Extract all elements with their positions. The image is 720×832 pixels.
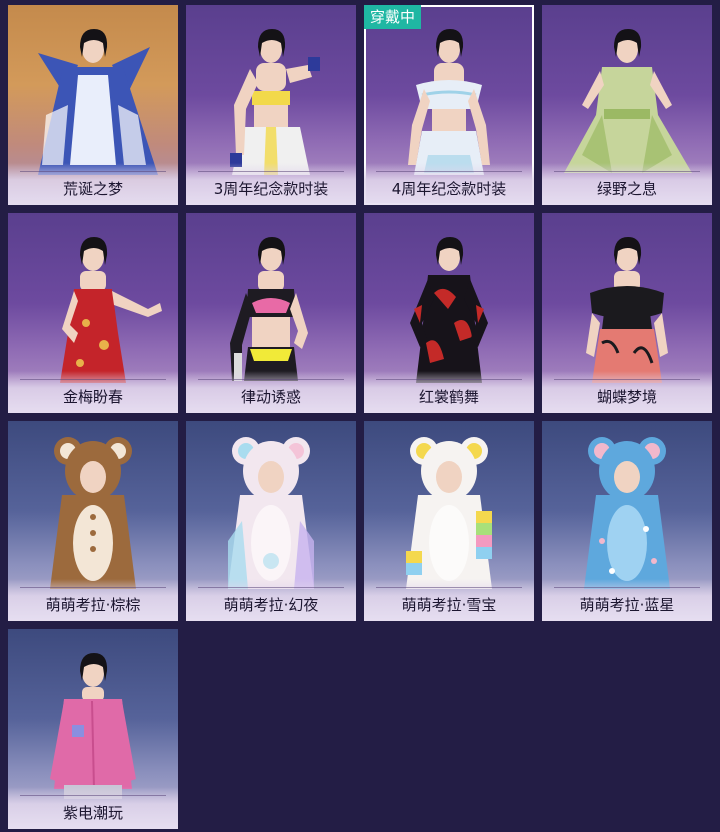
- outfit-name: 萌萌考拉·幻夜: [223, 596, 319, 614]
- outfit-name: 萌萌考拉·雪宝: [401, 596, 497, 614]
- outfit-name: 金梅盼春: [62, 388, 123, 406]
- outfit-name: 萌萌考拉·蓝星: [579, 596, 675, 614]
- outfit-name: 红裳鹤舞: [418, 388, 479, 406]
- outfit-card-6[interactable]: 律动诱惑: [186, 213, 356, 413]
- divider: [554, 379, 700, 380]
- outfit-card-11[interactable]: 萌萌考拉·雪宝: [364, 421, 534, 621]
- divider: [20, 795, 166, 796]
- outfit-card-13[interactable]: 紫电潮玩: [8, 629, 178, 829]
- outfit-card-2[interactable]: 3周年纪念款时装: [186, 5, 356, 205]
- divider: [20, 379, 166, 380]
- divider: [554, 587, 700, 588]
- outfit-name: 荒诞之梦: [62, 180, 123, 198]
- divider: [198, 171, 344, 172]
- divider: [554, 171, 700, 172]
- outfit-grid: 荒诞之梦 3周年纪念款时装 穿戴中 4周年纪念款时装 绿野之息 金梅盼春 律动诱…: [8, 5, 712, 829]
- divider: [376, 379, 522, 380]
- divider: [20, 171, 166, 172]
- outfit-name: 蝴蝶梦境: [596, 388, 657, 406]
- outfit-card-9[interactable]: 萌萌考拉·棕棕: [8, 421, 178, 621]
- outfit-name: 3周年纪念款时装: [213, 180, 329, 198]
- outfit-card-5[interactable]: 金梅盼春: [8, 213, 178, 413]
- divider: [198, 379, 344, 380]
- outfit-card-12[interactable]: 萌萌考拉·蓝星: [542, 421, 712, 621]
- divider: [20, 587, 166, 588]
- outfit-card-10[interactable]: 萌萌考拉·幻夜: [186, 421, 356, 621]
- outfit-name: 紫电潮玩: [62, 804, 123, 822]
- outfit-card-7[interactable]: 红裳鹤舞: [364, 213, 534, 413]
- divider: [376, 171, 522, 172]
- outfit-name: 律动诱惑: [240, 388, 301, 406]
- equipped-badge: 穿戴中: [364, 5, 422, 29]
- divider: [376, 587, 522, 588]
- outfit-card-1[interactable]: 荒诞之梦: [8, 5, 178, 205]
- outfit-card-3[interactable]: 穿戴中 4周年纪念款时装: [364, 5, 534, 205]
- outfit-card-8[interactable]: 蝴蝶梦境: [542, 213, 712, 413]
- divider: [198, 587, 344, 588]
- outfit-card-4[interactable]: 绿野之息: [542, 5, 712, 205]
- outfit-name: 4周年纪念款时装: [391, 180, 507, 198]
- outfit-name: 萌萌考拉·棕棕: [45, 596, 141, 614]
- outfit-name: 绿野之息: [596, 180, 657, 198]
